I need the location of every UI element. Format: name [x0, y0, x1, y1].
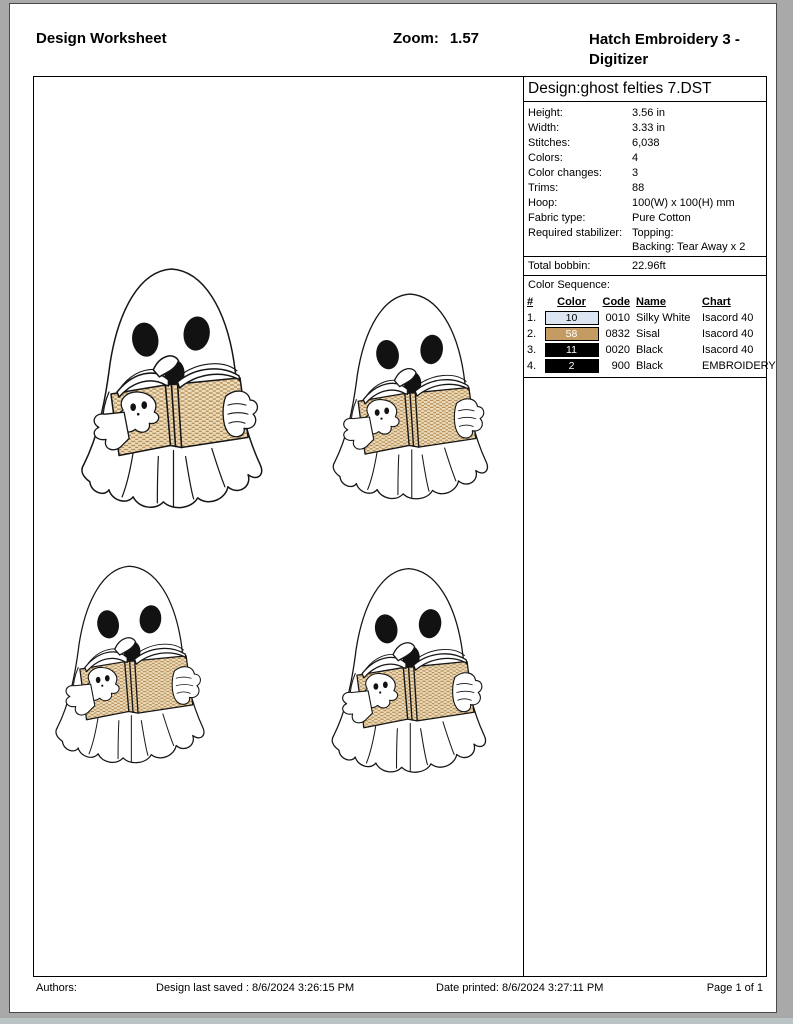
page-number: Page 1 of 1 [707, 982, 763, 994]
date-printed-text: Date printed: 8/6/2024 3:27:11 PM [436, 982, 603, 994]
property-row-stitches: Stitches:6,038 [524, 136, 766, 151]
property-row-fabric-type: Fabric type:Pure Cotton [524, 211, 766, 226]
stabilizer-backing: Backing: Tear Away x 2 [632, 241, 766, 254]
color-sequence-row-3: 3. 11 0020 Black Isacord 40 [524, 342, 766, 358]
property-row-stabilizer: Required stabilizer:Topping:Backing: Tea… [524, 226, 766, 254]
ghost-design-1 [72, 263, 279, 515]
zoom-value: 1.57 [450, 30, 479, 47]
app-title-line1: Hatch Embroidery 3 - [589, 30, 769, 50]
window-frame: Design Worksheet Zoom: 1.57 Hatch Embroid… [0, 0, 793, 1024]
authors-label: Authors: [36, 982, 77, 994]
property-row-height: Height:3.56 in [524, 106, 766, 121]
color-sequence-header-row: # Color Code Name Chart [524, 294, 766, 310]
thread-color-swatch-1: 10 [545, 311, 599, 325]
content-box: Design:ghost felties 7.DST Height:3.56 i… [33, 76, 767, 977]
zoom-indicator: Zoom: 1.57 [393, 30, 479, 47]
taskbar-strip [0, 1018, 793, 1024]
stabilizer-topping: Topping: [632, 227, 674, 239]
worksheet-footer: Authors: Design last saved : 8/6/2024 3:… [33, 982, 763, 998]
color-sequence-title: Color Sequence: [524, 276, 766, 294]
ghost-design-3 [50, 540, 216, 790]
design-preview-canvas [34, 77, 523, 976]
app-title: Hatch Embroidery 3 - Digitizer [589, 30, 769, 70]
property-row-total-bobbin: Total bobbin: 22.96ft [524, 256, 766, 276]
color-sequence-row-2: 2. 58 0832 Sisal Isacord 40 [524, 326, 766, 342]
ghost-design-2 [327, 273, 500, 521]
thread-color-swatch-2: 58 [545, 327, 599, 341]
property-row-hoop: Hoop:100(W) x 100(H) mm [524, 196, 766, 211]
color-sequence-table: # Color Code Name Chart 1. 10 0010 Silky… [524, 294, 766, 378]
property-row-color-changes: Color changes:3 [524, 166, 766, 181]
app-title-line2: Digitizer [589, 50, 769, 70]
design-info-panel: Design:ghost felties 7.DST Height:3.56 i… [523, 77, 766, 976]
ghost-design-4 [326, 543, 498, 799]
color-sequence-row-4: 4. 2 900 Black EMBROIDERY [524, 358, 766, 374]
thread-color-swatch-3: 11 [545, 343, 599, 357]
color-sequence-row-1: 1. 10 0010 Silky White Isacord 40 [524, 310, 766, 326]
page-title: Design Worksheet [36, 30, 167, 47]
design-filename: Design:ghost felties 7.DST [524, 77, 766, 102]
property-row-colors: Colors:4 [524, 151, 766, 166]
last-saved-text: Design last saved : 8/6/2024 3:26:15 PM [156, 982, 354, 994]
zoom-label: Zoom: [393, 30, 439, 47]
worksheet-page: Design Worksheet Zoom: 1.57 Hatch Embroid… [9, 3, 777, 1013]
property-row-width: Width:3.33 in [524, 121, 766, 136]
thread-color-swatch-4: 2 [545, 359, 599, 373]
design-properties: Height:3.56 in Width:3.33 in Stitches:6,… [524, 102, 766, 256]
property-row-trims: Trims:88 [524, 181, 766, 196]
